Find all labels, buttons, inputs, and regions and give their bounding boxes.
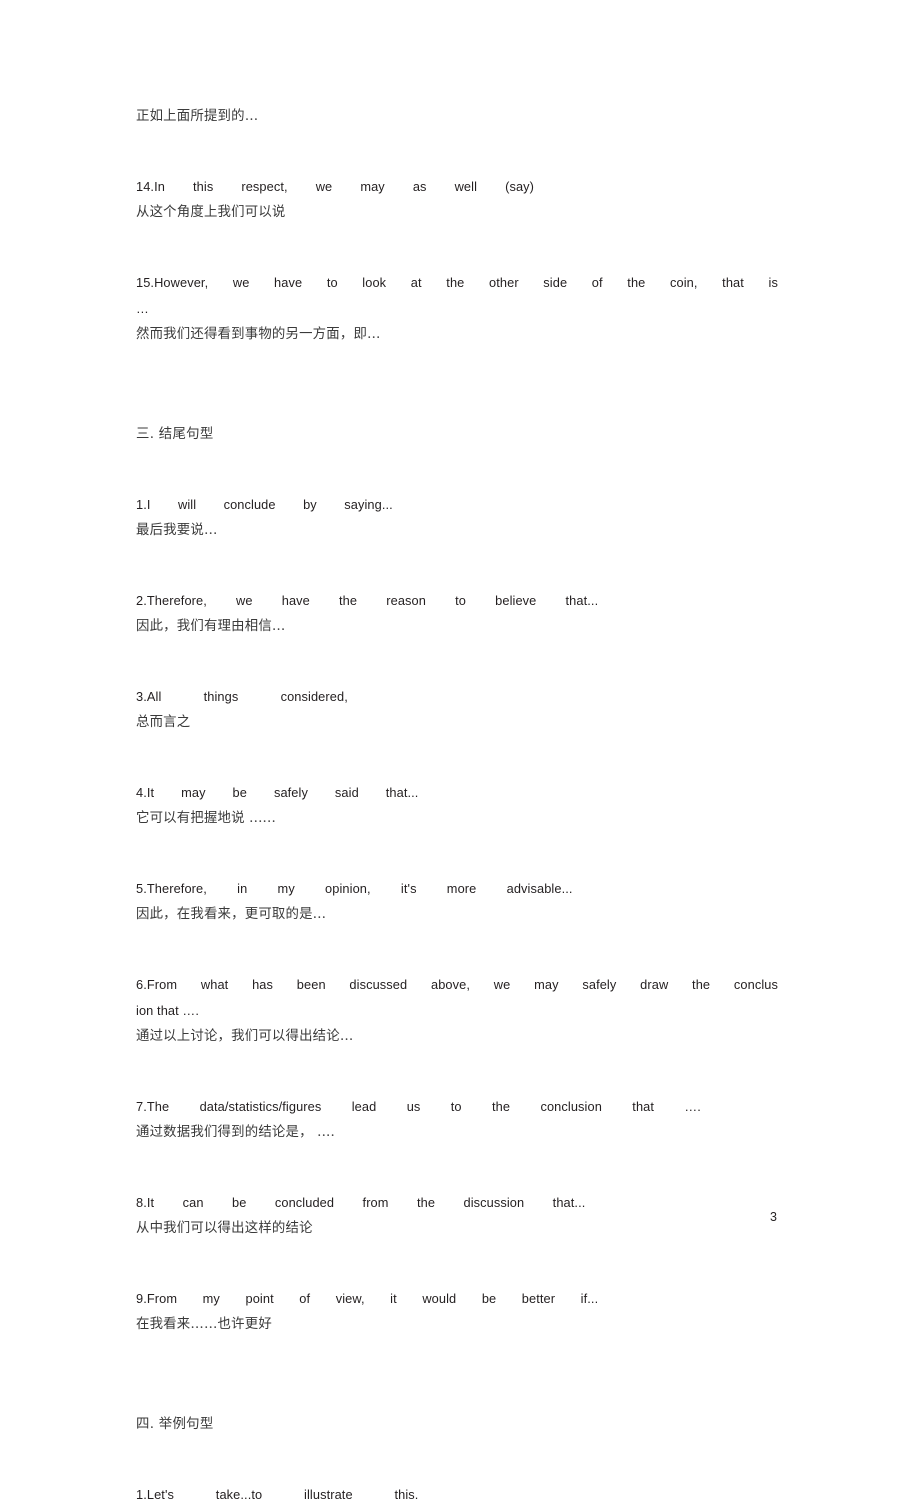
list-item: 1.I will conclude by saying... 最后我要说… — [136, 492, 778, 544]
item-english-continuation: … — [136, 301, 149, 316]
item-translation-line: 因此，在我看来，更可取的是… — [136, 907, 327, 922]
item-english-line: 9.From my point of view, it would be bet… — [136, 1291, 599, 1306]
list-item: 3.All things considered, 总而言之 — [136, 684, 778, 736]
item-english-line: 1.I will conclude by saying... — [136, 497, 393, 512]
item-english-line: 3.All things considered, — [136, 689, 348, 704]
section-heading: 三. 结尾句型 — [136, 427, 214, 442]
list-item: 14.In this respect, we may as well (say)… — [136, 174, 778, 226]
item-translation-line: 在我看来……也许更好 — [136, 1317, 272, 1332]
list-item: 7.The data/statistics/figures lead us to… — [136, 1094, 778, 1146]
item-translation-line: 通过数据我们得到的结论是， .... — [136, 1125, 335, 1140]
page-number: 3 — [770, 1210, 777, 1224]
item-translation-line: 它可以有把握地说 ...... — [136, 811, 276, 826]
item-english-line: 8.It can be concluded from the discussio… — [136, 1195, 586, 1210]
item-translation-line: 最后我要说… — [136, 523, 218, 538]
list-item: 9.From my point of view, it would be bet… — [136, 1286, 778, 1338]
carryover-fragment-translation: 正如上面所提到的… — [136, 109, 259, 124]
list-item: 1.Let's take...to illustrate this. — [136, 1482, 778, 1508]
item-translation-line: 从这个角度上我们可以说 — [136, 205, 286, 220]
item-translation-line: 因此，我们有理由相信… — [136, 619, 286, 634]
list-item: 15.However, we have to look at the other… — [136, 270, 778, 348]
list-item: 5.Therefore, in my opinion, it's more ad… — [136, 876, 778, 928]
item-translation-line: 通过以上讨论，我们可以得出结论… — [136, 1029, 354, 1044]
item-english-line: 7.The data/statistics/figures lead us to… — [136, 1099, 701, 1114]
list-item: 6.From what has been discussed above, we… — [136, 972, 778, 1050]
item-translation-line: 总而言之 — [136, 715, 191, 730]
section-heading: 四. 举例句型 — [136, 1417, 214, 1432]
item-english-line: 2.Therefore, we have the reason to belie… — [136, 593, 599, 608]
item-english-continuation: ion that …. — [136, 1003, 199, 1018]
item-english-line: 4.It may be safely said that... — [136, 785, 419, 800]
item-english-line: 1.Let's take...to illustrate this. — [136, 1487, 419, 1502]
item-english-line: 14.In this respect, we may as well (say) — [136, 179, 535, 194]
list-item: 4.It may be safely said that... 它可以有把握地说… — [136, 780, 778, 832]
list-item: 8.It can be concluded from the discussio… — [136, 1190, 778, 1242]
item-translation-line: 然而我们还得看到事物的另一方面，即… — [136, 327, 381, 342]
item-translation-line: 从中我们可以得出这样的结论 — [136, 1221, 313, 1236]
item-english-line: 5.Therefore, in my opinion, it's more ad… — [136, 881, 573, 896]
page-content: 正如上面所提到的… 14.In this respect, we may as … — [136, 104, 778, 1508]
item-english-line: 15.However, we have to look at the other… — [136, 275, 778, 290]
item-english-line: 6.From what has been discussed above, we… — [136, 977, 778, 992]
list-item: 2.Therefore, we have the reason to belie… — [136, 588, 778, 640]
document-page: 正如上面所提到的… 14.In this respect, we may as … — [0, 0, 920, 1502]
